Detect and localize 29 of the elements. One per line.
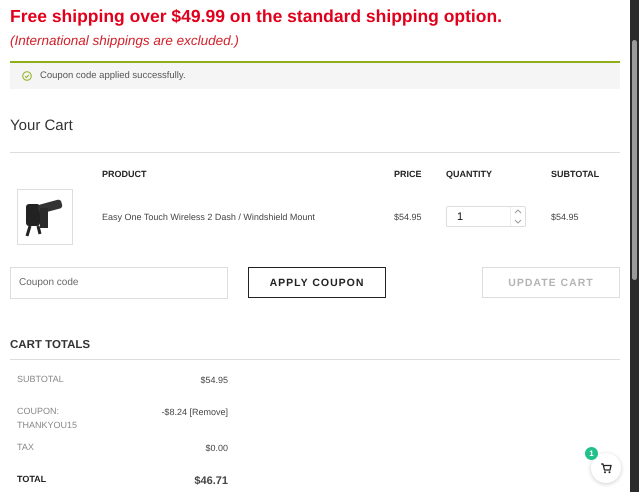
column-header: SUBTOTAL <box>551 168 600 181</box>
column-header: QUANTITY <box>446 168 493 181</box>
totals-label: TOTAL <box>17 473 48 486</box>
quantity-field[interactable]: 1 <box>446 206 526 228</box>
totals-value: $46.71 <box>193 474 228 489</box>
coupon-field[interactable]: Coupon code <box>10 266 228 299</box>
notice-text: Coupon code applied successfully. <box>40 70 186 82</box>
totals-title: CART TOTALS <box>10 338 620 360</box>
totals-value: -$8.24 [Remove] <box>160 406 228 419</box>
totals-label: TAX <box>17 441 35 454</box>
price-cell-text: $54.95 <box>394 212 423 222</box>
cart-icon <box>600 462 612 474</box>
shipping-headline: Free shipping over $49.99 on the standard shipping option. <box>10 6 504 27</box>
apply-coupon-button[interactable]: APPLY COUPON <box>248 267 386 298</box>
cart-count-badge: 1 <box>585 447 598 460</box>
totals-value: $0.00 <box>204 442 228 455</box>
product-thumbnail <box>17 188 73 245</box>
scrollbar[interactable] <box>630 0 639 492</box>
shipping-note: (International shippings are excluded.) <box>10 33 240 48</box>
cart-title: Your Cart <box>10 116 74 134</box>
totals-value: $54.95 <box>199 374 228 387</box>
column-header: PRODUCT <box>102 168 148 181</box>
check-circle-icon <box>22 70 32 81</box>
column-header: PRICE <box>394 168 423 181</box>
subtotal-cell-text: $54.95 <box>551 212 580 222</box>
totals-label: COUPON: THANKYOU15 <box>17 404 78 432</box>
totals-label: SUBTOTAL <box>17 372 65 386</box>
product-name[interactable]: Easy One Touch Wireless 2 Dash / Windshield Mount <box>102 212 394 222</box>
remove-link[interactable]: [Remove] <box>189 406 228 417</box>
